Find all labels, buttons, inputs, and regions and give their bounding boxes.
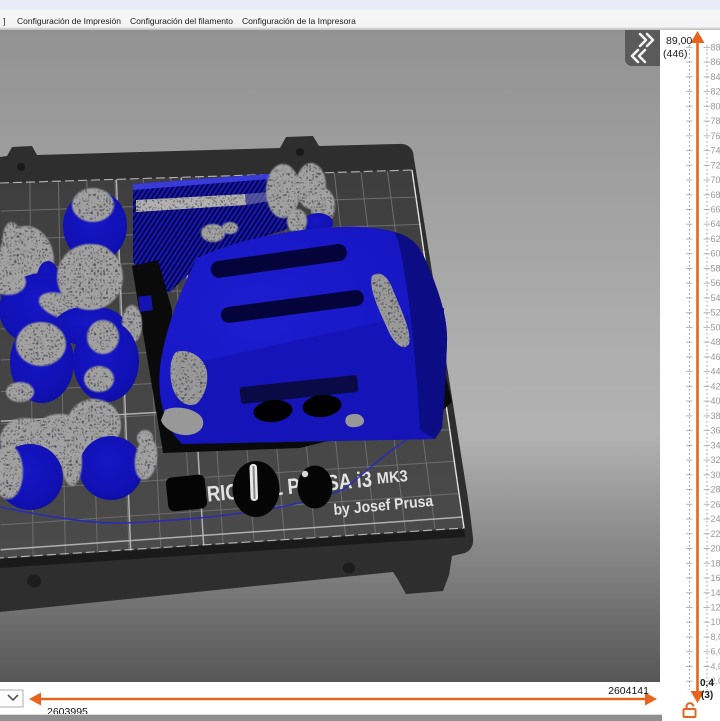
svg-text:48,: 48, (711, 337, 720, 347)
svg-text:64,: 64, (711, 219, 720, 229)
svg-text:36,: 36, (711, 426, 720, 436)
svg-text:2604141: 2604141 (608, 685, 649, 697)
svg-text:34,: 34, (711, 440, 720, 450)
svg-text:86,: 86, (711, 57, 720, 67)
svg-text:42,: 42, (711, 381, 720, 391)
svg-text:24,: 24, (711, 514, 720, 524)
svg-text:58,: 58, (711, 264, 720, 274)
svg-text:14,: 14, (711, 588, 720, 598)
svg-text:MK3: MK3 (376, 468, 409, 488)
svg-text:76,: 76, (711, 131, 720, 141)
svg-text:46,: 46, (711, 352, 720, 362)
svg-text:54,: 54, (711, 293, 720, 303)
svg-text:66,: 66, (711, 205, 720, 215)
svg-text:4,0: 4,0 (711, 662, 720, 672)
svg-text:28,: 28, (711, 485, 720, 495)
svg-text:(3): (3) (701, 690, 713, 701)
svg-text:(446): (446) (663, 48, 688, 60)
svg-text:62,: 62, (711, 234, 720, 244)
svg-text:26,: 26, (711, 499, 720, 509)
svg-text:38,: 38, (711, 411, 720, 421)
svg-text:72,: 72, (711, 160, 720, 170)
svg-text:22,: 22, (711, 529, 720, 539)
svg-text:10,: 10, (711, 617, 720, 627)
svg-text:60,: 60, (711, 249, 720, 259)
svg-text:18,: 18, (711, 558, 720, 568)
svg-text:74,: 74, (711, 146, 720, 156)
svg-text:52,: 52, (711, 308, 720, 318)
svg-text:82,: 82, (711, 87, 720, 97)
svg-text:16,: 16, (711, 573, 720, 583)
svg-text:50,: 50, (711, 322, 720, 332)
svg-text:44,: 44, (711, 367, 720, 377)
svg-text:70,: 70, (711, 175, 720, 185)
svg-text:6,0: 6,0 (711, 647, 720, 657)
svg-text:40,: 40, (711, 396, 720, 406)
svg-text:12,: 12, (711, 603, 720, 613)
svg-text:56,: 56, (711, 278, 720, 288)
svg-text:8,0: 8,0 (711, 632, 720, 642)
svg-text:32,: 32, (711, 455, 720, 465)
svg-text:78,: 78, (711, 116, 720, 126)
svg-text:0,4: 0,4 (700, 678, 714, 689)
svg-text:30,: 30, (711, 470, 720, 480)
svg-text:68,: 68, (711, 190, 720, 200)
svg-text:20,: 20, (711, 544, 720, 554)
svg-text:89,00: 89,00 (666, 35, 692, 47)
svg-text:84,: 84, (711, 72, 720, 82)
svg-text:88,: 88, (711, 42, 720, 52)
svg-text:80,: 80, (711, 101, 720, 111)
